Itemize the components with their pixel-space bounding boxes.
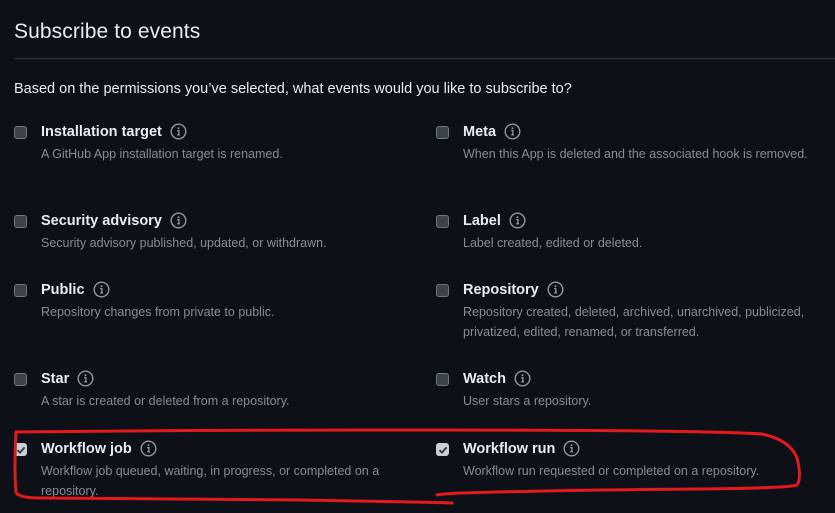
- event-description: Label created, edited or deleted.: [463, 236, 643, 250]
- checkbox-star[interactable]: [14, 373, 27, 386]
- checkbox-installation-target[interactable]: [14, 126, 27, 139]
- title-divider: [14, 58, 835, 59]
- event-name: Repository: [463, 281, 539, 298]
- info-icon[interactable]: [140, 440, 157, 457]
- highlight-annotation: [13, 428, 801, 505]
- check-icon: [16, 446, 25, 454]
- info-icon[interactable]: [170, 123, 187, 140]
- event-name: Installation target: [41, 123, 162, 140]
- info-icon[interactable]: [77, 370, 94, 387]
- info-icon[interactable]: [547, 281, 564, 298]
- checkbox-security-advisory[interactable]: [14, 215, 27, 228]
- event-description: Repository changes from private to publi…: [41, 305, 275, 319]
- info-icon[interactable]: [509, 212, 526, 229]
- checkbox-repository[interactable]: [436, 284, 449, 297]
- event-description: Security advisory published, updated, or…: [41, 236, 327, 250]
- event-name: Label: [463, 212, 501, 229]
- event-name: Meta: [463, 123, 497, 140]
- event-description: When this App is deleted and the associa…: [463, 147, 808, 161]
- info-icon[interactable]: [504, 123, 521, 140]
- page-title: Subscribe to events: [14, 20, 201, 43]
- event-description: Repository created, deleted, archived, u…: [463, 305, 805, 339]
- event-name: Public: [41, 281, 85, 298]
- checkbox-workflow-run[interactable]: [436, 443, 449, 456]
- info-icon[interactable]: [170, 212, 187, 229]
- event-name: Workflow run: [463, 440, 556, 457]
- event-description: Workflow job queued, waiting, in progres…: [41, 464, 380, 498]
- checkbox-workflow-job[interactable]: [14, 443, 27, 456]
- event-name: Security advisory: [41, 212, 162, 229]
- event-name: Star: [41, 370, 70, 387]
- event-description: Workflow run requested or completed on a…: [463, 464, 760, 478]
- checkbox-watch[interactable]: [436, 373, 449, 386]
- event-description: A star is created or deleted from a repo…: [41, 394, 290, 408]
- event-description: A GitHub App installation target is rena…: [41, 147, 283, 161]
- info-icon[interactable]: [563, 440, 580, 457]
- event-name: Workflow job: [41, 440, 132, 457]
- info-icon[interactable]: [93, 281, 110, 298]
- intro-text: Based on the permissions you’ve selected…: [14, 81, 572, 97]
- check-icon: [438, 446, 447, 454]
- checkbox-meta[interactable]: [436, 126, 449, 139]
- checkbox-label[interactable]: [436, 215, 449, 228]
- event-name: Watch: [463, 370, 506, 387]
- checkbox-public[interactable]: [14, 284, 27, 297]
- info-icon[interactable]: [514, 370, 531, 387]
- event-description: User stars a repository.: [463, 394, 592, 408]
